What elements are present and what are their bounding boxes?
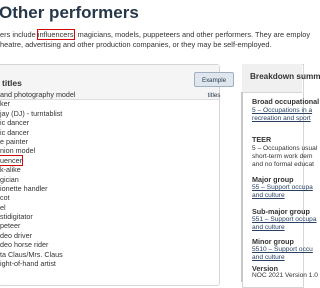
minor-link[interactable]: 5510 – Support occu (252, 246, 313, 253)
broad-heading: Broad occupational (252, 97, 320, 106)
major-heading: Major group (252, 175, 294, 184)
list-item: and photography model (0, 90, 76, 99)
major-link-cont[interactable]: and culture (252, 192, 285, 199)
list-item: e painter (0, 136, 28, 146)
sub-major-link[interactable]: 551 – Support occupa (252, 216, 317, 223)
intro-line-1: ers include influencers, magicians, mode… (0, 29, 310, 40)
intro-text: , magicians, models, puppeteers and othe… (73, 30, 311, 39)
list-item: stidigitator (0, 212, 33, 222)
intro-text: ers include (0, 30, 38, 39)
list-item: ight-of-hand artist (0, 259, 56, 269)
list-item: ker (0, 99, 10, 109)
list-item: ta Claus/Mrs. Claus (0, 249, 63, 259)
sub-major-heading: Sub-major group (252, 207, 310, 216)
minor-heading: Minor group (252, 237, 294, 246)
broad-link-cont[interactable]: recreation and sport (252, 115, 311, 122)
major-link[interactable]: 55 – Support occupa (252, 184, 313, 191)
example-titles-heading: titles (2, 78, 22, 88)
influencer-highlight: uencer (0, 154, 23, 166)
list-item: ionette handler (0, 183, 48, 193)
minor-link-cont[interactable]: and culture (252, 254, 285, 261)
intro-paragraph: ers include influencers, magicians, mode… (0, 29, 310, 49)
list-item: gician (0, 174, 19, 184)
teer-text: 5 – Occupations usual (252, 145, 318, 152)
intro-line-2: heatre, advertising and other production… (0, 39, 272, 49)
panel-divider (241, 92, 243, 282)
list-item: deo horse rider (0, 240, 49, 250)
example-titles-list: and photography model ker jay (DJ) - tur… (0, 90, 76, 268)
list-item: k-alike (0, 165, 21, 175)
list-item: ic dancer (0, 127, 30, 137)
page-title: Other performers (0, 3, 139, 22)
sub-major-link-cont[interactable]: and culture (252, 224, 285, 231)
list-item: jay (DJ) - turntablist (0, 108, 63, 118)
list-item: ic dancer (0, 118, 30, 128)
list-item: cot (0, 193, 10, 203)
list-item: nion model (0, 146, 36, 156)
breakdown-title: Breakdown summa (250, 72, 320, 81)
teer-text: short-term work dem (252, 153, 313, 160)
list-item: el (0, 202, 6, 212)
teer-text: and no formal educat (252, 161, 314, 168)
version-value: NOC 2021 Version 1.0 (252, 272, 318, 279)
influencers-highlight: influencers (36, 29, 75, 40)
list-item: peteer (0, 221, 21, 231)
list-item: deo driver (0, 230, 32, 240)
teer-heading: TEER (252, 135, 272, 144)
broad-link[interactable]: 5 – Occupations in a (252, 107, 312, 114)
example-titles-button[interactable]: Example titles (194, 72, 234, 99)
list-item-highlighted: uencer (0, 154, 76, 166)
